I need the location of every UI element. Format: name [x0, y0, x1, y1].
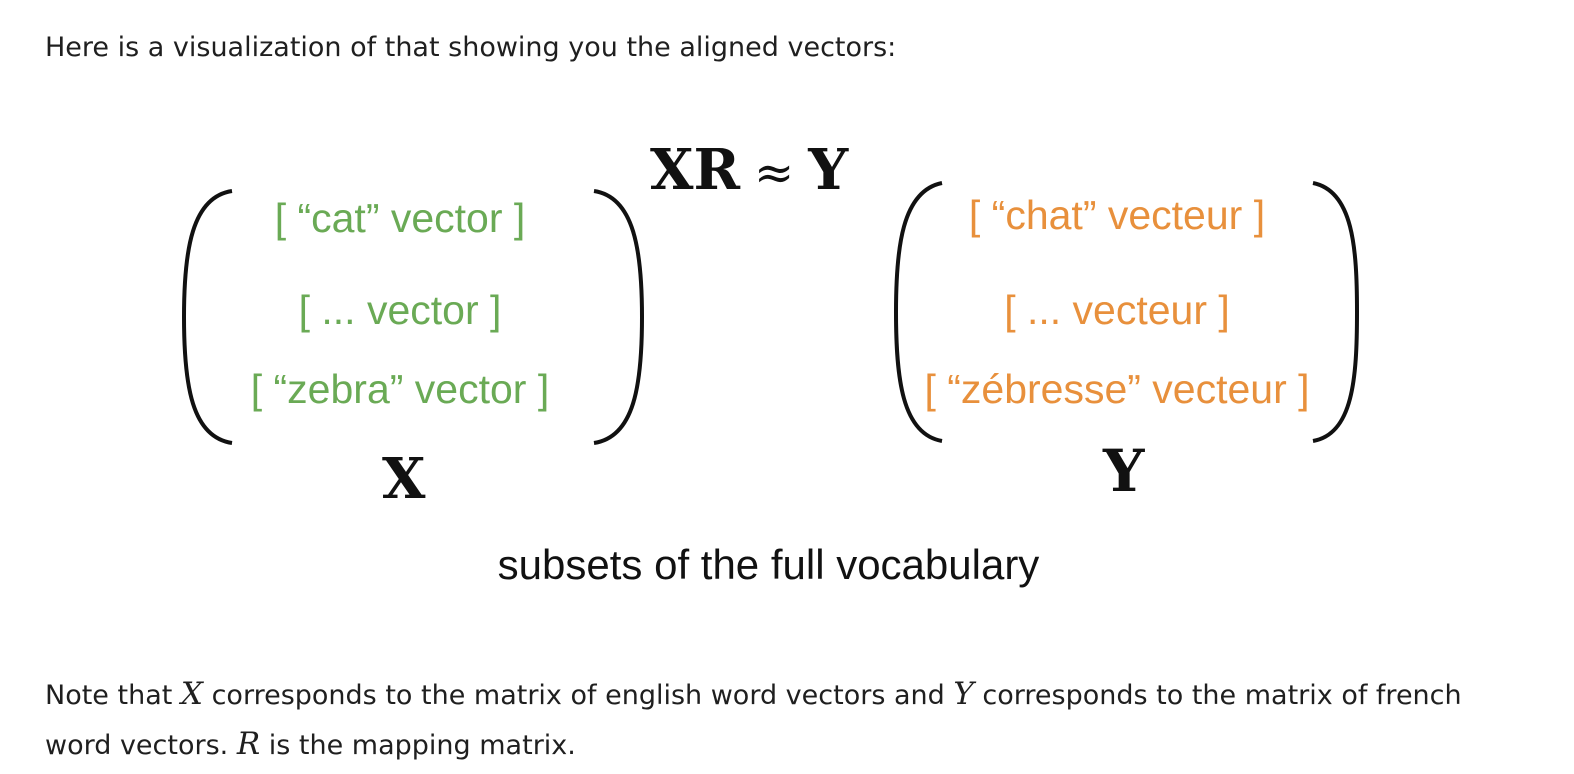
note-text-2: corresponds to the matrix of english wor… — [203, 680, 954, 711]
note-text-4: is the mapping matrix. — [260, 730, 576, 761]
approx-symbol: ≈ — [754, 145, 795, 201]
right-matrix-row-zebresse: [ “zébresse” vecteur ] — [924, 366, 1310, 412]
equation-rhs: Y — [808, 137, 849, 203]
equation-lhs: XR — [650, 137, 740, 203]
left-matrix-row-zebra: [ “zebra” vector ] — [250, 366, 550, 412]
math-var-y: Y — [953, 676, 974, 712]
figure-caption: subsets of the full vocabulary — [497, 541, 1040, 588]
equation: XR ≈ Y — [650, 140, 848, 203]
right-matrix-row-chat: [ “chat” vecteur ] — [968, 192, 1266, 238]
note-paragraph: Note that X corresponds to the matrix of… — [45, 670, 1535, 770]
left-matrix-row-ellipsis: [ ... vector ] — [298, 287, 502, 333]
note-text-1: Note that — [45, 680, 181, 711]
left-matrix-close-paren — [593, 189, 645, 445]
right-matrix-row-ellipsis: [ ... vecteur ] — [1004, 287, 1230, 333]
right-matrix-label: Y — [1103, 437, 1145, 505]
aligned-vectors-figure: XR ≈ Y [ “cat” vector ] [ ... vector ] [ “… — [0, 0, 1574, 774]
math-var-x: X — [180, 676, 203, 712]
math-var-r: R — [236, 726, 261, 762]
left-matrix-label: X — [382, 446, 426, 512]
left-matrix-row-cat: [ “cat” vector ] — [274, 195, 526, 241]
